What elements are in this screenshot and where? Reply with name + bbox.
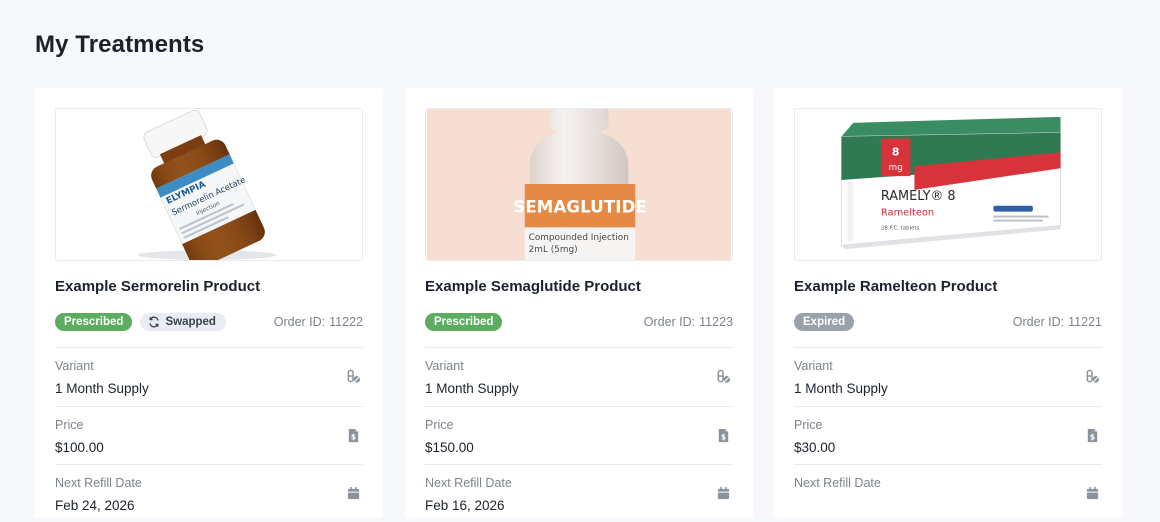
box-unit-text: mg	[889, 163, 903, 173]
pills-icon	[346, 369, 361, 384]
product-name: Example Ramelteon Product	[794, 278, 998, 295]
swap-arrows-icon	[149, 316, 160, 328]
price-label: Price	[794, 418, 823, 432]
refill-row: Next Refill Date	[794, 464, 1102, 522]
price-value: $150.00	[425, 440, 474, 455]
product-name: Example Sermorelin Product	[55, 278, 261, 295]
pills-icon	[716, 369, 731, 384]
order-id-value: 11223	[699, 315, 733, 329]
price-label: Price	[425, 418, 454, 432]
status-badges: Prescribed Swapped	[55, 313, 226, 331]
svg-text:$: $	[1090, 433, 1095, 442]
invoice-dollar-icon: $	[346, 428, 361, 443]
invoice-dollar-icon: $	[1085, 428, 1100, 443]
product-image: SEMAGLUTIDE Compounded Injection 2mL (5m…	[425, 108, 733, 261]
box-dose-text: 8	[892, 145, 900, 158]
calendar-icon	[346, 486, 361, 501]
vial-name-text: SEMAGLUTIDE	[513, 197, 647, 217]
variant-label: Variant	[55, 359, 94, 373]
product-image: 8 mg RAMELY® 8 Ramelteon 28 F.C. tablets	[794, 108, 1102, 261]
order-id-value: 11222	[329, 315, 363, 329]
status-badge: Prescribed	[55, 313, 133, 331]
sermorelin-vial-image: ELYMPIA Sermorelin Acetate Injection	[137, 109, 277, 260]
svg-text:$: $	[351, 433, 356, 442]
status-badge: Expired	[794, 313, 855, 331]
semaglutide-vial-image: SEMAGLUTIDE Compounded Injection 2mL (5m…	[427, 109, 731, 260]
svg-text:$: $	[721, 433, 726, 442]
refill-label: Next Refill Date	[425, 476, 512, 490]
ramelteon-box-image: 8 mg RAMELY® 8 Ramelteon 28 F.C. tablets	[840, 116, 1062, 250]
variant-value: 1 Month Supply	[794, 381, 888, 396]
page-title: My Treatments	[35, 31, 205, 58]
order-id-label: Order ID:	[643, 315, 696, 329]
box-name-text: Ramelteon	[881, 208, 934, 219]
box-sub-text: 28 F.C. tablets	[881, 225, 920, 231]
vial-sub1-text: Compounded Injection	[529, 233, 629, 243]
treatment-card-sermorelin[interactable]: ELYMPIA Sermorelin Acetate Injection Exa…	[35, 88, 383, 518]
price-row: Price $100.00 $	[55, 406, 363, 464]
refill-value: Feb 24, 2026	[55, 498, 135, 513]
treatment-card-ramelteon[interactable]: 8 mg RAMELY® 8 Ramelteon 28 F.C. tablets…	[774, 88, 1122, 518]
product-name: Example Semaglutide Product	[425, 278, 641, 295]
product-image: ELYMPIA Sermorelin Acetate Injection	[55, 108, 363, 261]
variant-label: Variant	[794, 359, 833, 373]
status-badges: Prescribed	[425, 313, 503, 331]
price-label: Price	[55, 418, 84, 432]
price-value: $100.00	[55, 440, 104, 455]
order-id-label: Order ID:	[1012, 315, 1065, 329]
order-id: Order ID: 11222	[274, 315, 363, 329]
price-value: $30.00	[794, 440, 836, 455]
variant-label: Variant	[425, 359, 464, 373]
refill-value: Feb 16, 2026	[425, 498, 505, 513]
invoice-dollar-icon: $	[716, 428, 731, 443]
order-id-value: 11221	[1068, 315, 1102, 329]
variant-row: Variant 1 Month Supply	[425, 347, 733, 405]
variant-value: 1 Month Supply	[55, 381, 149, 396]
pills-icon	[1085, 369, 1100, 384]
swapped-label: Swapped	[165, 316, 216, 328]
refill-label: Next Refill Date	[794, 476, 881, 490]
status-badges: Expired	[794, 313, 855, 331]
calendar-icon	[1085, 486, 1100, 501]
refill-row: Next Refill Date Feb 24, 2026	[55, 464, 363, 522]
variant-value: 1 Month Supply	[425, 381, 519, 396]
order-id-label: Order ID:	[273, 315, 326, 329]
refill-label: Next Refill Date	[55, 476, 142, 490]
refill-row: Next Refill Date Feb 16, 2026	[425, 464, 733, 522]
variant-row: Variant 1 Month Supply	[55, 347, 363, 405]
variant-row: Variant 1 Month Supply	[794, 347, 1102, 405]
price-row: Price $150.00 $	[425, 406, 733, 464]
order-id: Order ID: 11223	[644, 315, 733, 329]
price-row: Price $30.00 $	[794, 406, 1102, 464]
status-badge: Prescribed	[425, 313, 503, 331]
vial-sub2-text: 2mL (5mg)	[529, 245, 578, 255]
swapped-badge: Swapped	[140, 313, 226, 331]
box-brand-text: RAMELY® 8	[881, 189, 956, 204]
treatment-card-semaglutide[interactable]: SEMAGLUTIDE Compounded Injection 2mL (5m…	[405, 88, 753, 518]
calendar-icon	[716, 486, 731, 501]
order-id: Order ID: 11221	[1013, 315, 1102, 329]
